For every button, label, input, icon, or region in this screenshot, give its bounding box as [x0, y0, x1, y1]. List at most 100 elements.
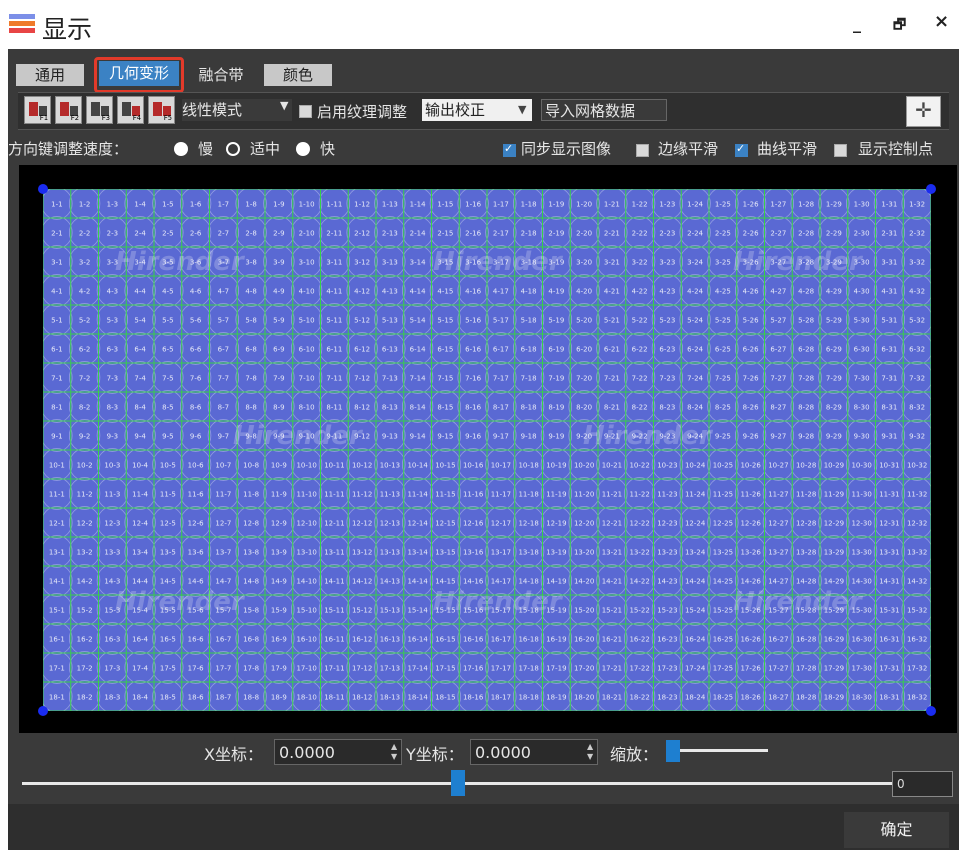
- grid-cell-label: 12-18: [518, 520, 538, 528]
- footer-bar: 确定: [8, 804, 959, 850]
- grid-cell-label: 18-24: [685, 694, 706, 702]
- minimize-button[interactable]: _: [853, 14, 861, 33]
- f2-button[interactable]: F2: [55, 96, 82, 124]
- title-bar: 显示 _ 🗗 ×: [0, 0, 959, 49]
- watermark: Hirender: [115, 587, 244, 617]
- grid-cell-label: 10-8: [243, 462, 259, 470]
- grid-cell-label: 10-28: [796, 462, 816, 470]
- grid-cell-label: 6-6: [190, 346, 202, 354]
- texture-adjust-checkbox[interactable]: [299, 105, 312, 118]
- grid-cell-label: 7-5: [162, 375, 173, 383]
- close-button[interactable]: ×: [934, 11, 949, 32]
- speed-row: 方向键调整速度： 慢 适中 快 同步显示图像 边缘平滑 曲线平滑 显示控制点: [8, 136, 959, 160]
- f5-button[interactable]: F5: [148, 96, 175, 124]
- grid-cell-label: 10-20: [574, 462, 594, 470]
- grid-cell-label: 18-11: [324, 694, 344, 702]
- grid-cell-label: 17-18: [518, 665, 538, 673]
- grid-cell-label: 4-4: [134, 288, 146, 296]
- grid-cell-label: 2-3: [107, 230, 118, 238]
- grid-cell-label: 10-12: [352, 462, 372, 470]
- grid-cell-label: 18-18: [518, 694, 538, 702]
- tab-general[interactable]: 通用: [16, 64, 84, 86]
- speed-medium-radio[interactable]: [226, 142, 240, 156]
- speed-slow-radio[interactable]: [174, 142, 188, 156]
- geometry-viewport[interactable]: 1-1 1-2 1-3 1-4 1-5 1-6 1-7 1-8 1-9 1-10 1-11 1-12 1…: [19, 165, 957, 733]
- grid-cell-label: 10-30: [851, 462, 871, 470]
- restore-button[interactable]: 🗗: [893, 14, 906, 38]
- grid-cell-label: 18-19: [546, 694, 566, 702]
- zoom-slider-thumb[interactable]: [666, 740, 680, 762]
- tab-color[interactable]: 颜色: [264, 64, 332, 86]
- grid-cell-label: 5-4: [134, 317, 146, 325]
- grid-cell-label: 8-4: [134, 404, 146, 412]
- grid-cell-label: 5-25: [715, 317, 731, 325]
- grid-cell-label: 6-3: [107, 346, 118, 354]
- grid-cell-label: 16-26: [740, 636, 761, 644]
- grid-cell-label: 9-26: [743, 433, 759, 441]
- grid-cell-label: 18-12: [352, 694, 372, 702]
- f1-button[interactable]: F1: [24, 96, 51, 124]
- grid-cell-label: 1-4: [134, 201, 146, 209]
- grid-cell-label: 17-26: [740, 665, 761, 673]
- edge-smooth-checkbox[interactable]: [636, 144, 649, 157]
- control-point-top-left[interactable]: [38, 184, 48, 194]
- grid-cell-label: 14-16: [463, 578, 484, 586]
- y-coord-input[interactable]: 0.0000 ▲ ▼: [470, 739, 598, 765]
- grid-cell-label: 11-24: [685, 491, 706, 499]
- x-coord-input[interactable]: 0.0000 ▲ ▼: [274, 739, 402, 765]
- position-slider-thumb[interactable]: [451, 770, 465, 796]
- grid-cell-label: 1-20: [576, 201, 592, 209]
- control-point-top-right[interactable]: [926, 184, 936, 194]
- grid-cell-label: 8-28: [798, 404, 814, 412]
- grid-cell-label: 16-31: [879, 636, 899, 644]
- grid-cell-label: 3-32: [909, 259, 925, 267]
- grid-cell-label: 15-20: [574, 607, 594, 615]
- grid-cell-label: 17-13: [380, 665, 400, 673]
- grid-cell-label: 12-22: [629, 520, 649, 528]
- move-icon[interactable]: ✛: [906, 96, 941, 127]
- grid-cell-label: 15-9: [271, 607, 287, 615]
- grid-cell-label: 16-16: [463, 636, 484, 644]
- watermark: Hirender: [733, 587, 862, 617]
- zoom-slider[interactable]: [668, 749, 768, 752]
- mode-select[interactable]: 线性模式 ▼: [182, 99, 292, 121]
- grid-cell-label: 11-4: [132, 491, 148, 499]
- f3-button[interactable]: F3: [86, 96, 113, 124]
- grid-cell-label: 2-20: [576, 230, 592, 238]
- grid-cell-label: 13-22: [629, 549, 649, 557]
- grid-cell-label: 10-5: [160, 462, 176, 470]
- output-select[interactable]: 输出校正 ▼: [422, 99, 532, 121]
- grid-cell-label: 12-10: [296, 520, 316, 528]
- curve-smooth-checkbox[interactable]: [735, 142, 748, 157]
- spin-arrows-icon[interactable]: ▲ ▼: [391, 742, 399, 762]
- grid-cell-label: 1-16: [465, 201, 481, 209]
- grid-cell-label: 10-10: [296, 462, 316, 470]
- grid-cell-label: 17-2: [77, 665, 93, 673]
- sync-display-checkbox[interactable]: [503, 142, 516, 157]
- import-grid-button[interactable]: 导入网格数据: [541, 99, 667, 121]
- control-point-bottom-right[interactable]: [926, 706, 936, 716]
- grid-cell-label: 18-1: [49, 694, 65, 702]
- tab-blend[interactable]: 融合带: [186, 64, 256, 86]
- grid-cell-label: 11-10: [296, 491, 316, 499]
- slider-value-box[interactable]: 0: [892, 771, 953, 797]
- ok-button[interactable]: 确定: [844, 812, 949, 848]
- grid-cell-label: 14-30: [851, 578, 871, 586]
- grid-cell-label: 1-28: [798, 201, 814, 209]
- warp-grid[interactable]: 1-1 1-2 1-3 1-4 1-5 1-6 1-7 1-8 1-9 1-10 1-11 1-12 1…: [41, 187, 933, 713]
- grid-cell-label: 4-8: [245, 288, 256, 296]
- grid-cell-label: 17-24: [685, 665, 706, 673]
- grid-cell-label: 8-8: [245, 404, 256, 412]
- control-point-bottom-left[interactable]: [38, 706, 48, 716]
- show-control-points-checkbox[interactable]: [834, 144, 847, 157]
- texture-adjust-label: 启用纹理调整: [317, 103, 408, 121]
- grid-cell-label: 4-32: [909, 288, 925, 296]
- grid-cell-label: 8-2: [79, 404, 90, 412]
- f4-button[interactable]: F4: [117, 96, 144, 124]
- f4-icon: [122, 102, 131, 116]
- spin-arrows-icon[interactable]: ▲ ▼: [587, 742, 595, 762]
- grid-cell-label: 1-7: [218, 201, 229, 209]
- grid-cell-label: 11-27: [768, 491, 788, 499]
- grid-cell-label: 4-12: [354, 288, 370, 296]
- speed-fast-radio[interactable]: [296, 142, 310, 156]
